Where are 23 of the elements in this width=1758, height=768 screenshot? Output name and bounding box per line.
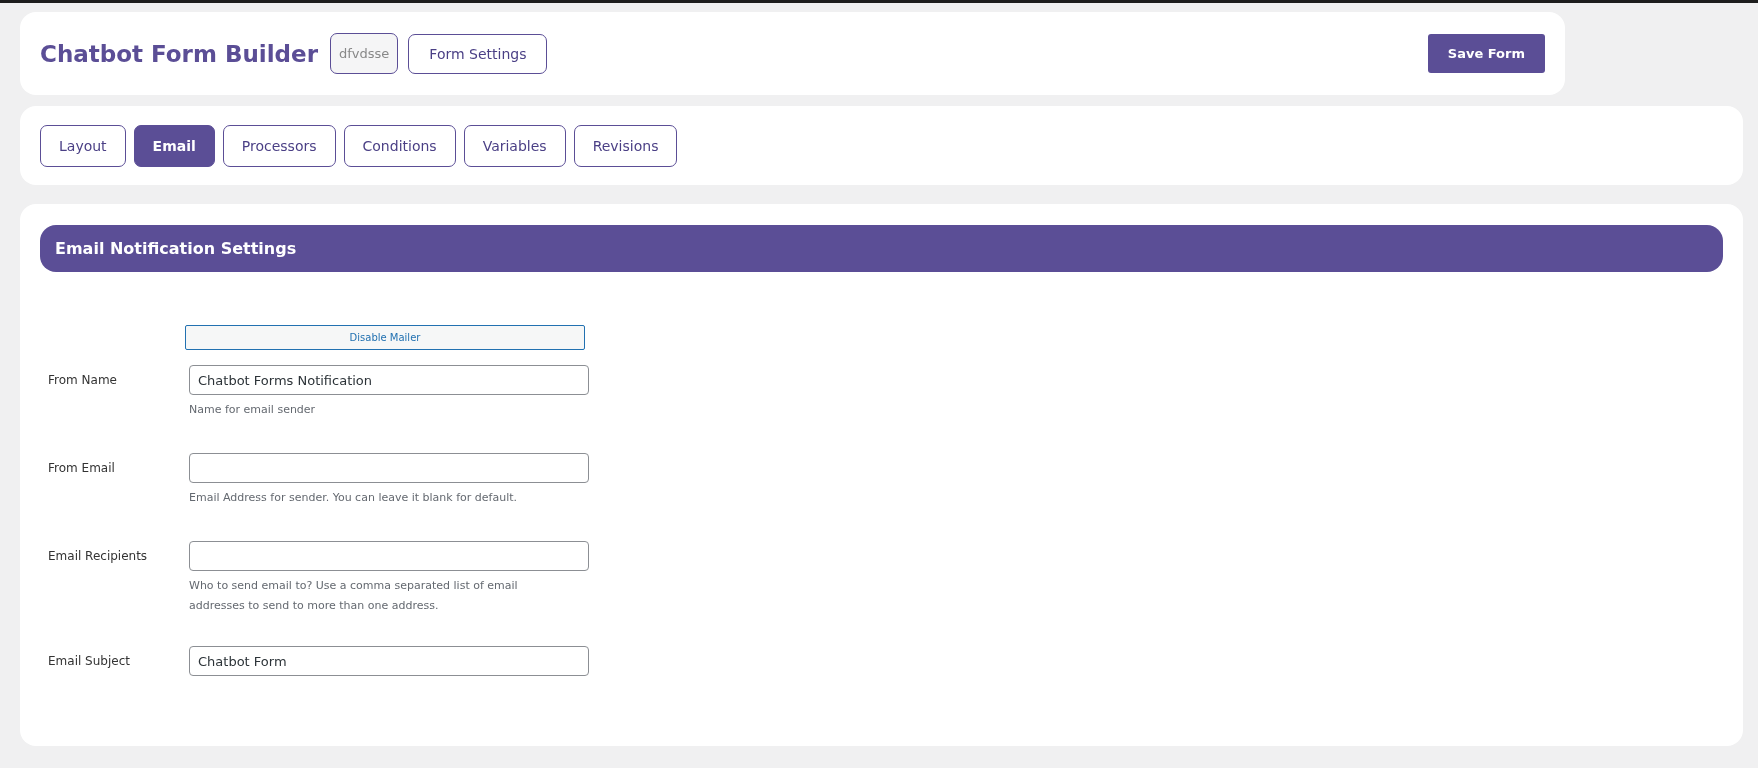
field-label: From Name <box>48 372 118 389</box>
form-id-badge: dfvdsse <box>330 33 399 74</box>
text-input[interactable] <box>189 453 589 483</box>
section-heading: Email Notification Settings <box>40 225 1723 272</box>
help-text: Email Address for sender. You can leave it blank for default. <box>189 490 519 506</box>
field-label: Email Recipients <box>48 548 149 565</box>
text-input[interactable]: Chatbot Form <box>189 646 589 676</box>
save-form-button[interactable]: Save Form <box>1427 34 1545 73</box>
tab[interactable]: Variables <box>463 124 566 167</box>
text-input[interactable]: Chatbot Forms Notification <box>189 365 589 395</box>
help-text: Name for email sender <box>189 402 317 418</box>
field-label: From Email <box>48 460 116 477</box>
tab[interactable]: Layout <box>40 124 126 167</box>
tab[interactable]: Conditions <box>343 124 456 167</box>
text-input[interactable] <box>189 541 589 571</box>
tab[interactable]: Processors <box>222 124 336 167</box>
tab[interactable]: Email <box>133 124 215 167</box>
page-title: Chatbot Form Builder <box>40 40 318 67</box>
disable-mailer-button[interactable]: Disable Mailer <box>185 325 585 350</box>
help-text: Who to send email to? Use a comma separated list of email addresses to send to more than one address. <box>189 578 519 614</box>
field-label: Email Subject <box>48 653 131 670</box>
form-settings-button[interactable]: Form Settings <box>408 33 548 74</box>
tab[interactable]: Revisions <box>573 124 678 167</box>
